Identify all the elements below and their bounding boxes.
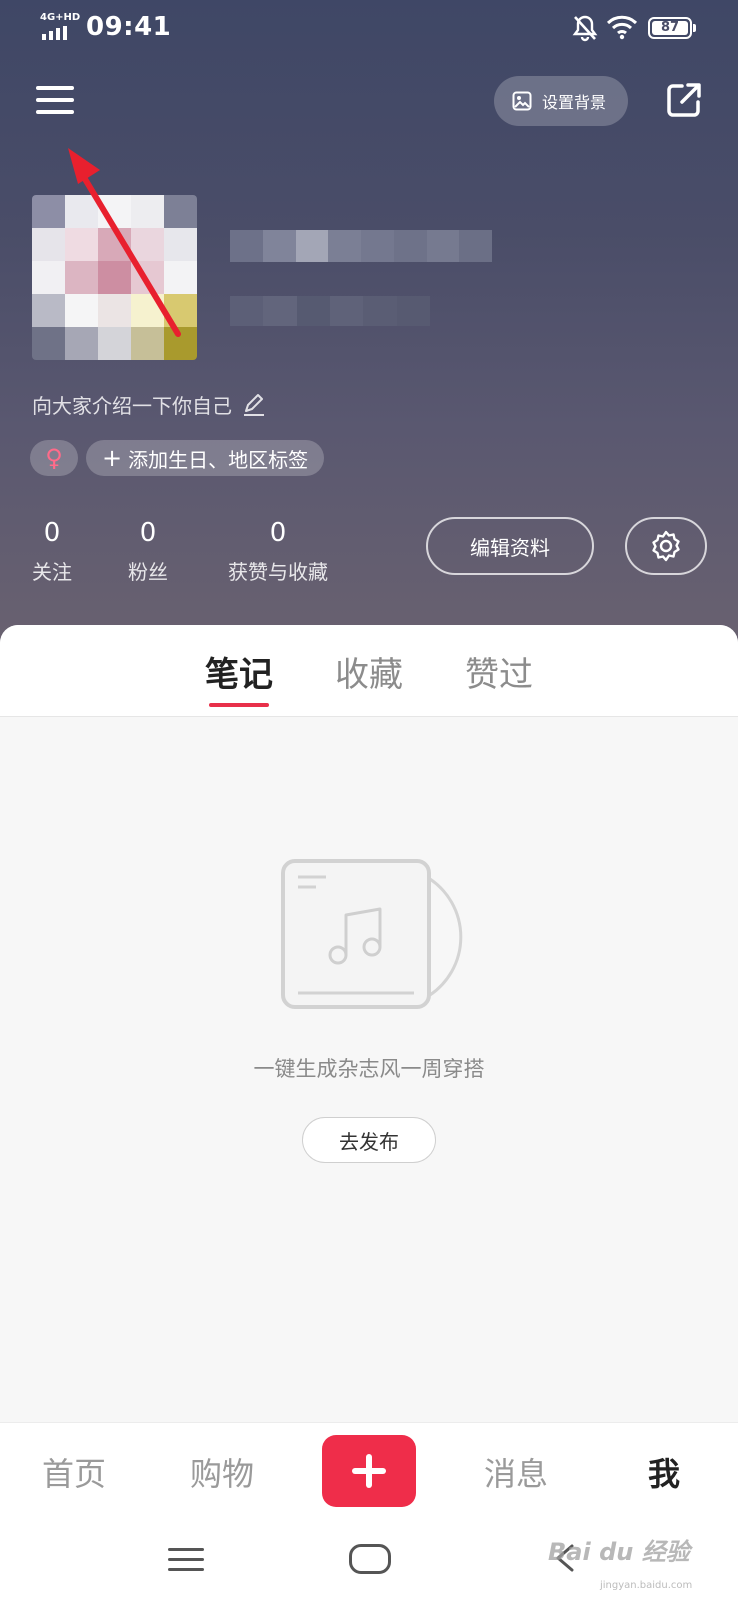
tab-notes[interactable]: 笔记	[205, 647, 273, 707]
stat-value: 0	[139, 518, 157, 548]
stat-following[interactable]: 0 关注	[30, 518, 74, 585]
image-icon	[512, 91, 532, 111]
network-type: 4G+HD	[40, 12, 81, 23]
nav-create-button[interactable]	[322, 1435, 416, 1507]
bottom-nav: 首页 购物 消息 我	[0, 1422, 738, 1518]
add-tags-button[interactable]: + 添加生日、地区标签	[86, 440, 325, 476]
settings-button[interactable]	[625, 517, 707, 575]
stat-label: 粉丝	[128, 560, 168, 584]
red-arrow-annotation	[68, 148, 181, 337]
watermark: Bai du 经验	[548, 1538, 690, 1566]
set-background-label: 设置背景	[542, 93, 607, 112]
mute-bell-icon	[572, 15, 598, 42]
tab-collections[interactable]: 收藏	[335, 647, 403, 695]
tab-liked[interactable]: 赞过	[465, 647, 533, 695]
nav-me[interactable]: 我	[648, 1449, 680, 1495]
battery-level: 87	[652, 21, 688, 35]
share-external-icon[interactable]	[664, 80, 704, 120]
gender-tag[interactable]: ♀	[30, 440, 78, 476]
nav-messages[interactable]: 消息	[484, 1449, 548, 1495]
signal-icon: 4G+HD	[40, 12, 80, 40]
music-album-icon	[281, 859, 463, 1009]
content-panel: 笔记 收藏 赞过 一键生成杂志风一周穿搭 去发布	[0, 625, 738, 1425]
stat-likes-collections[interactable]: 0 获赞与收藏	[222, 518, 334, 585]
system-nav-bar: Bai du 经验 jingyan.baidu.com	[0, 1518, 738, 1600]
stat-label: 获赞与收藏	[228, 560, 328, 584]
nav-home[interactable]: 首页	[42, 1449, 106, 1495]
wifi-icon	[606, 15, 638, 40]
watermark-url: jingyan.baidu.com	[600, 1580, 693, 1591]
add-tags-label: 添加生日、地区标签	[128, 447, 309, 472]
bio[interactable]: 向大家介绍一下你自己	[32, 390, 266, 419]
profile-tags: ♀ + 添加生日、地区标签	[30, 440, 325, 476]
battery-icon: 87	[648, 17, 696, 39]
content-tabs: 笔记 收藏 赞过	[0, 625, 738, 717]
empty-state-text: 一键生成杂志风一周穿搭	[253, 1057, 485, 1081]
plus-icon: +	[102, 444, 123, 472]
username-blurred	[230, 230, 492, 262]
stat-value: 0	[269, 518, 287, 548]
profile-stats: 0 关注 0 粉丝 0 获赞与收藏	[30, 518, 334, 585]
status-time: 09:41	[86, 12, 172, 42]
user-id-blurred	[230, 296, 430, 326]
home-button-icon[interactable]	[349, 1544, 391, 1574]
edit-profile-button[interactable]: 编辑资料	[426, 517, 594, 575]
status-bar: 4G+HD 09:41 87	[0, 0, 738, 56]
recent-apps-icon[interactable]	[168, 1546, 204, 1572]
hamburger-menu-icon[interactable]	[36, 84, 74, 116]
nav-shopping[interactable]: 购物	[190, 1449, 254, 1495]
pencil-icon	[244, 393, 264, 416]
bio-text: 向大家介绍一下你自己	[32, 394, 232, 418]
stat-followers[interactable]: 0 粉丝	[126, 518, 170, 585]
gear-icon	[652, 530, 680, 562]
publish-button[interactable]: 去发布	[302, 1117, 436, 1163]
set-background-button[interactable]: 设置背景	[494, 76, 628, 126]
stat-value: 0	[43, 518, 61, 548]
stat-label: 关注	[32, 560, 72, 584]
